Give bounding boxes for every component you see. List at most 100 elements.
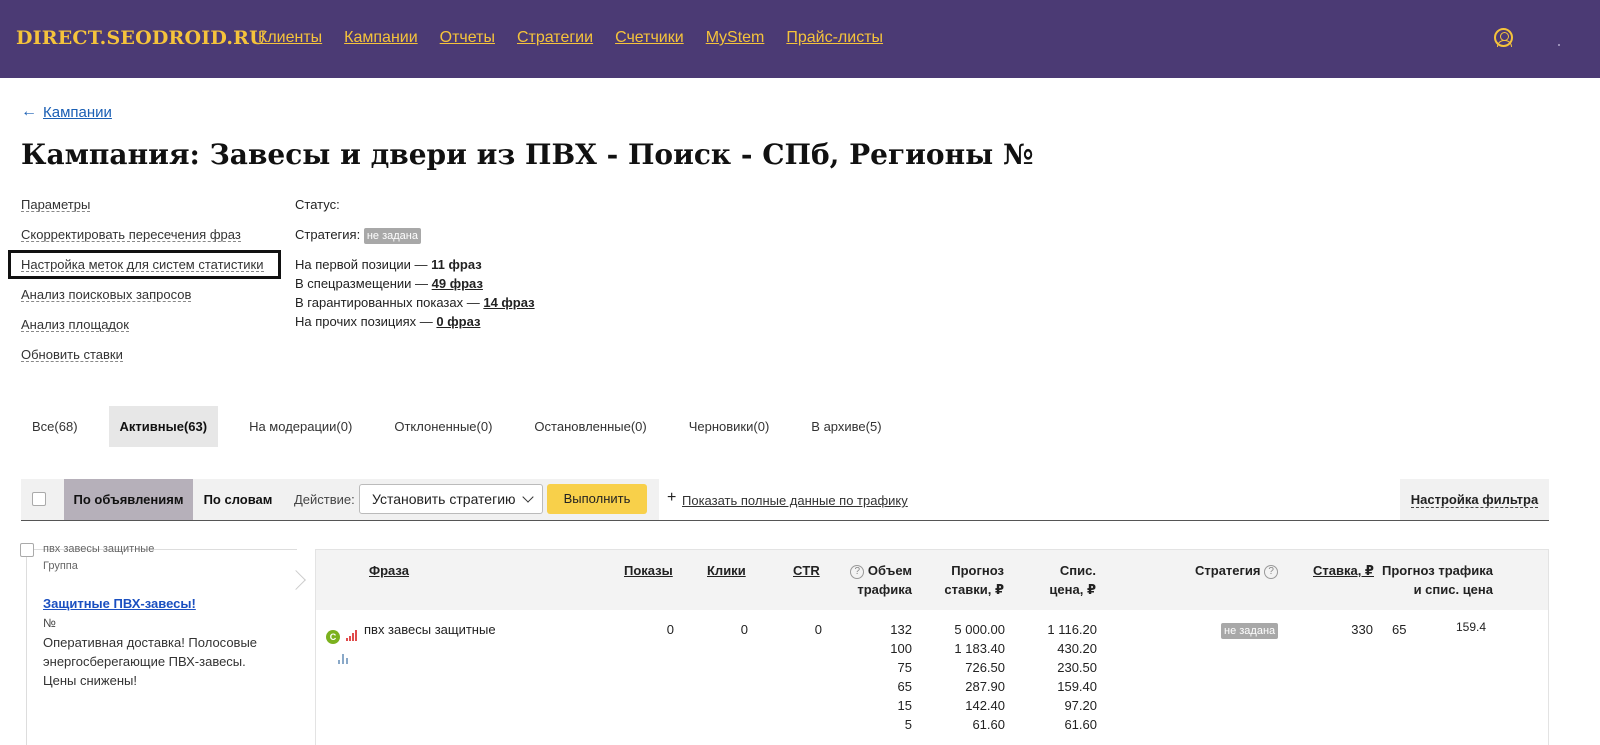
- view-by-ads-button[interactable]: По объявлениям: [64, 479, 193, 520]
- col-bid[interactable]: Ставка, ₽: [1313, 561, 1374, 580]
- col-impressions[interactable]: Показы: [624, 561, 673, 580]
- topbar-dot: [1558, 44, 1560, 46]
- help-icon[interactable]: ?: [1264, 564, 1279, 579]
- writeoff-value: 430.20: [1057, 641, 1097, 656]
- forecast-value: 1 183.40: [954, 641, 1005, 656]
- first-position-label: На первой позиции —: [295, 257, 428, 272]
- tab-stopped[interactable]: Остановленные(0): [523, 406, 657, 447]
- row-bid[interactable]: 330: [1331, 620, 1373, 639]
- tab-moderation[interactable]: На модерации(0): [238, 406, 363, 447]
- other-positions-label: На прочих позициях —: [295, 314, 433, 329]
- page-title: Кампания: Завесы и двери из ПВХ - Поиск …: [21, 138, 1034, 171]
- forecast-value: 287.90: [965, 679, 1005, 694]
- campaign-status: Статус: Стратегия: не задана На первой п…: [295, 197, 535, 333]
- tab-all[interactable]: Все(68): [21, 406, 89, 447]
- writeoff-value: 1 116.20: [1047, 622, 1097, 637]
- row-traffic-volume-list: 132 100 75 65 15 5: [856, 620, 912, 734]
- ad-number: №: [43, 616, 56, 630]
- action-select-value: Установить стратегию: [372, 491, 516, 507]
- row-bid-forecast-list: 5 000.00 1 183.40 726.50 287.90 142.40 6…: [926, 620, 1005, 734]
- strategy-label: Стратегия:: [295, 227, 361, 242]
- row-phrase: пвх завесы защитные: [364, 622, 496, 637]
- view-by-words-button[interactable]: По словам: [193, 479, 283, 520]
- group-checkbox[interactable]: [20, 543, 34, 557]
- group-type: Группа: [43, 560, 78, 572]
- nav-counters[interactable]: Счетчики: [615, 29, 684, 47]
- col-strategy: Стратегия ?: [1195, 561, 1279, 580]
- phrases-table: Фраза Показы Клики CTR ? Объем трафика Пр…: [315, 549, 1549, 745]
- writeoff-value: 230.50: [1057, 660, 1097, 675]
- back-to-campaigns-link[interactable]: ← Кампании: [21, 103, 112, 121]
- special-placement-link[interactable]: 49 фраз: [432, 276, 483, 291]
- highlight-frame: [8, 250, 281, 279]
- arrow-left-icon: ←: [21, 103, 37, 120]
- stats-chart-icon[interactable]: [338, 654, 349, 664]
- guaranteed-link[interactable]: 14 фраз: [483, 295, 534, 310]
- filter-settings-button[interactable]: Настройка фильтра: [1400, 479, 1549, 520]
- volume-value: 15: [897, 698, 912, 713]
- correct-phrase-intersections-link[interactable]: Скорректировать пересечения фраз: [21, 227, 241, 242]
- run-button[interactable]: Выполнить: [547, 484, 647, 514]
- ads-toolbar: По объявлениям По словам Действие: Устан…: [21, 479, 1549, 521]
- ad-status-tabs: Все(68) Активные(63) На модерации(0) Отк…: [21, 406, 913, 447]
- tab-rejected[interactable]: Отклоненные(0): [383, 406, 503, 447]
- col-clicks[interactable]: Клики: [707, 561, 746, 580]
- ad-text: Оперативная доставка! Полосовые энергосб…: [43, 635, 258, 688]
- nav-clients[interactable]: Клиенты: [258, 29, 322, 47]
- row-impressions: 0: [666, 622, 674, 637]
- action-label: Действие:: [294, 492, 355, 507]
- tab-active[interactable]: Активные(63): [108, 406, 219, 447]
- user-circle-icon[interactable]: [1494, 28, 1513, 47]
- brand-logo[interactable]: DIRECT.SEODROID.RU: [16, 27, 266, 49]
- first-position-value: 11 фраз: [431, 257, 482, 272]
- status-label: Статус:: [295, 197, 340, 212]
- forecast-value: 142.40: [965, 698, 1005, 713]
- volume-value: 5: [904, 717, 912, 732]
- writeoff-value: 61.60: [1064, 717, 1097, 732]
- row-writeoff-list: 1 116.20 430.20 230.50 159.40 97.20 61.6…: [1016, 620, 1097, 734]
- row-clicks: 0: [740, 622, 748, 637]
- tab-drafts[interactable]: Черновики(0): [678, 406, 781, 447]
- forecast-value: 726.50: [965, 660, 1005, 675]
- volume-value: 65: [897, 679, 912, 694]
- chevron-down-icon: [522, 491, 534, 503]
- search-queries-analysis-link[interactable]: Анализ поисковых запросов: [21, 287, 192, 302]
- other-positions-link[interactable]: 0 фраз: [436, 314, 480, 329]
- tab-archive[interactable]: В архиве(5): [800, 406, 892, 447]
- special-placement-label: В спецразмещении —: [295, 276, 429, 291]
- forecast-value: 5 000.00: [954, 622, 1005, 637]
- writeoff-value: 97.20: [1064, 698, 1097, 713]
- update-bids-link[interactable]: Обновить ставки: [21, 347, 123, 362]
- row-traffic-forecast: 65: [1392, 622, 1407, 637]
- parameters-link[interactable]: Параметры: [21, 197, 91, 212]
- col-bid-forecast: Прогноз ставки, ₽: [944, 563, 1004, 597]
- ad-title-link[interactable]: Защитные ПВХ-завесы!: [43, 596, 196, 611]
- nav-strategies[interactable]: Стратегии: [517, 29, 593, 47]
- volume-value: 100: [890, 641, 912, 656]
- status-c-icon: C: [326, 630, 340, 644]
- nav-price-lists[interactable]: Прайс-листы: [786, 29, 883, 47]
- row-ctr: 0: [814, 622, 822, 637]
- col-phrase[interactable]: Фраза: [369, 561, 409, 580]
- show-traffic-link[interactable]: Показать полные данные по трафику: [682, 493, 908, 508]
- writeoff-value: 159.40: [1057, 679, 1097, 694]
- placements-analysis-link[interactable]: Анализ площадок: [21, 317, 129, 332]
- action-select[interactable]: Установить стратегию: [359, 484, 543, 514]
- group-name: пвх завесы защитные: [43, 543, 155, 555]
- nav-reports[interactable]: Отчеты: [440, 29, 495, 47]
- guaranteed-label: В гарантированных показах —: [295, 295, 480, 310]
- col-traffic-volume: ? Объем трафика: [848, 561, 912, 599]
- top-navigation-bar: DIRECT.SEODROID.RU Клиенты Кампании Отче…: [0, 0, 1600, 78]
- breadcrumb-label: Кампании: [43, 103, 112, 121]
- nav-campaigns[interactable]: Кампании: [344, 29, 418, 47]
- select-all-checkbox[interactable]: [32, 492, 46, 506]
- plus-icon[interactable]: +: [667, 489, 676, 507]
- campaign-actions: Параметры Скорректировать пересечения фр…: [21, 197, 264, 377]
- nav-mystem[interactable]: MyStem: [706, 29, 765, 47]
- filter-settings-label: Настройка фильтра: [1410, 492, 1539, 508]
- row-strategy: не задана: [1221, 620, 1279, 639]
- strategy-badge: не задана: [363, 228, 421, 244]
- col-ctr[interactable]: CTR: [793, 561, 820, 580]
- table-header: Фраза Показы Клики CTR ? Объем трафика Пр…: [316, 550, 1548, 610]
- help-icon[interactable]: ?: [850, 564, 865, 579]
